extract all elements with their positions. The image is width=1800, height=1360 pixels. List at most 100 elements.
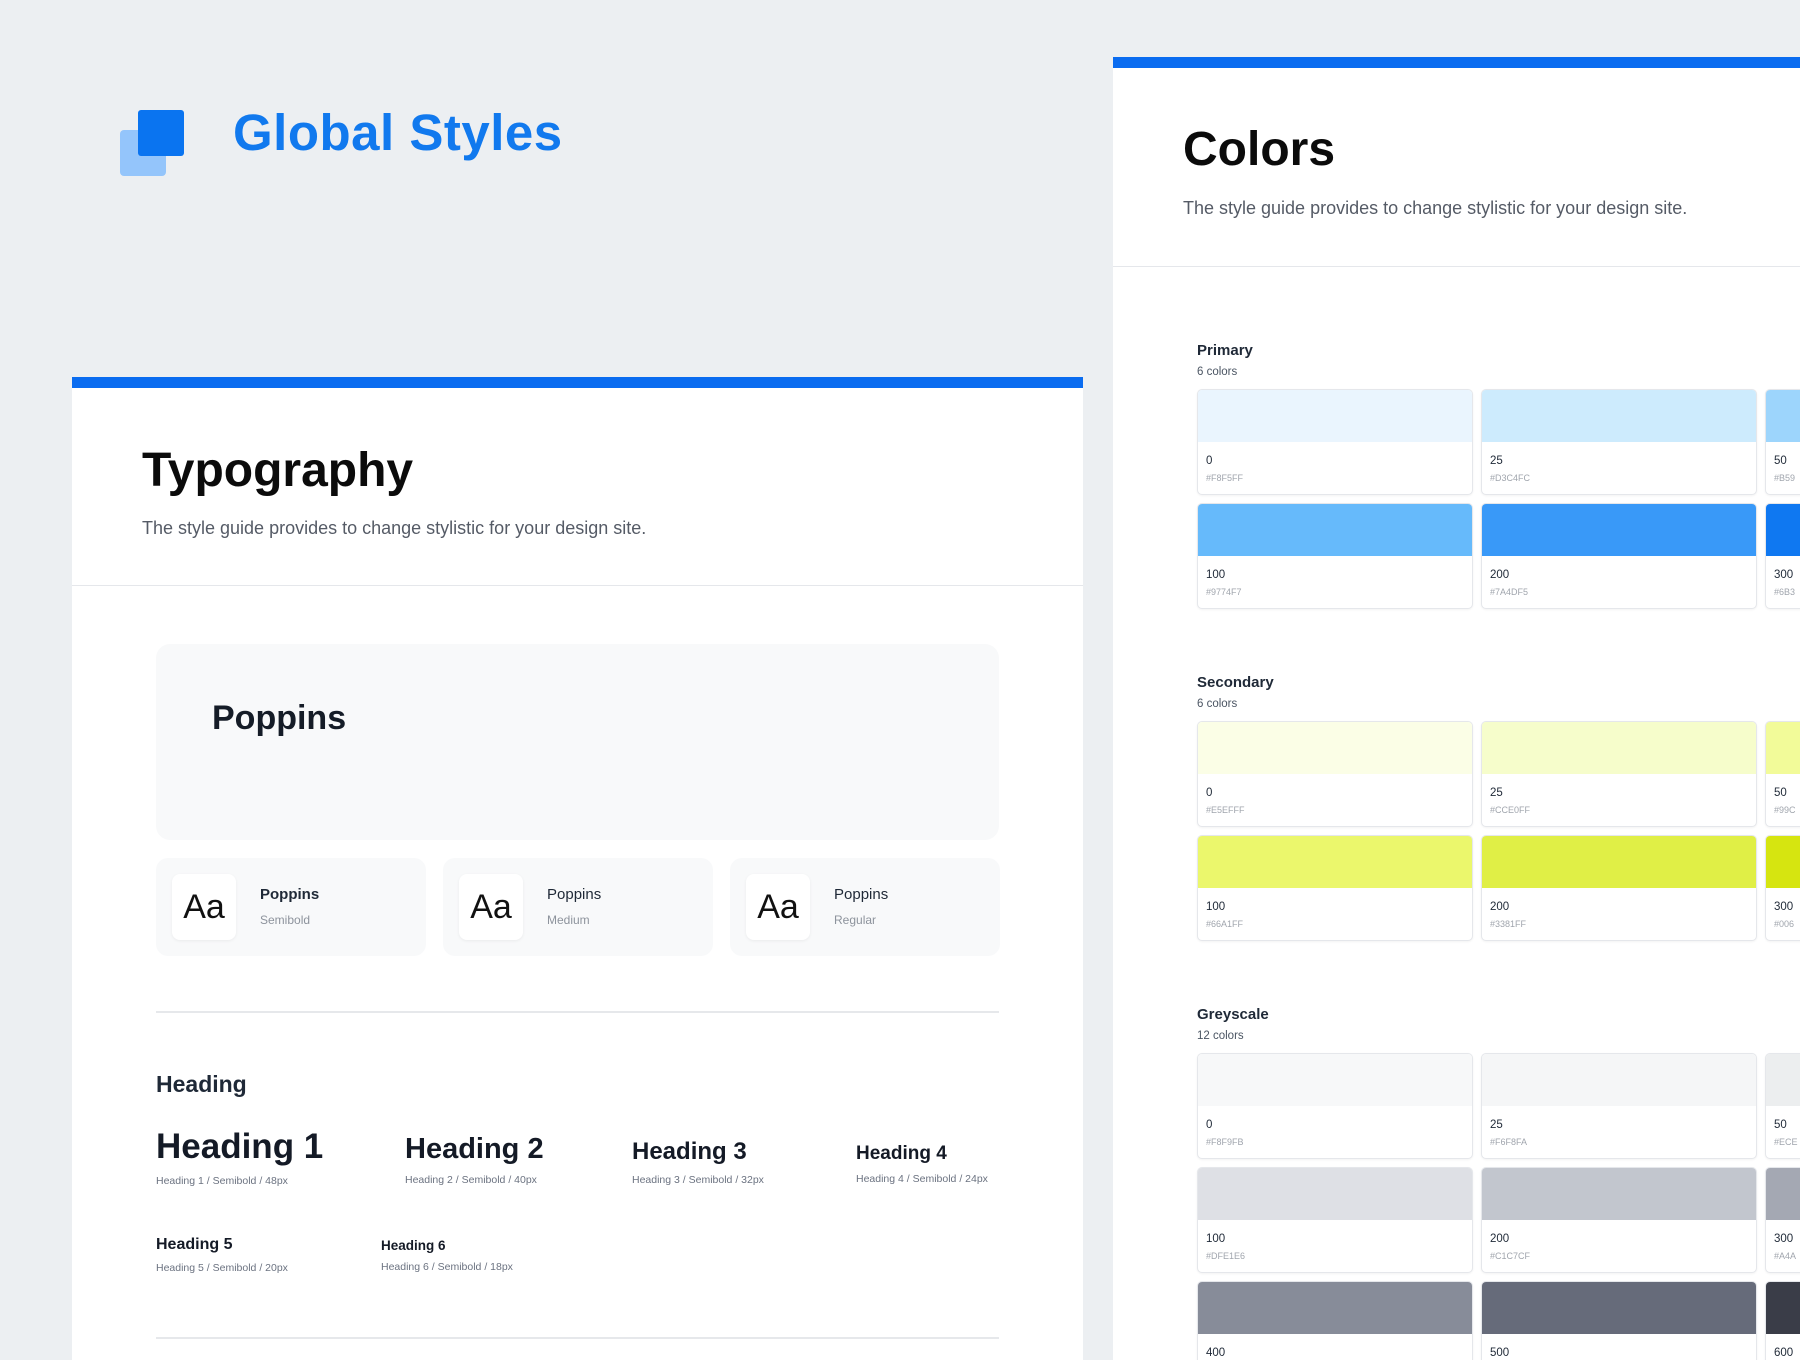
color-swatch[interactable]: 0 #F8F9FB <box>1197 1053 1473 1159</box>
color-swatch-name: 200 <box>1490 1233 1510 1245</box>
color-swatch-name: 25 <box>1490 1119 1503 1131</box>
color-swatch[interactable]: 50 #ECE <box>1765 1053 1800 1159</box>
color-swatch-name: 400 <box>1206 1347 1226 1359</box>
color-swatch-hex: #D3C4FC <box>1490 473 1531 483</box>
palette-count: 6 colors <box>1197 366 1238 378</box>
typography-title: Typography <box>142 444 414 497</box>
heading-sample-meta: Heading 3 / Semibold / 32px <box>632 1174 764 1186</box>
section-divider <box>156 1337 999 1339</box>
color-swatch[interactable]: 50 #B59 <box>1765 389 1800 495</box>
heading-sample-4: Heading 4 Heading 4 / Semibold / 24px <box>856 1143 988 1185</box>
color-swatch-name: 50 <box>1774 787 1787 799</box>
color-swatch-hex: #F8F5FF <box>1206 473 1244 483</box>
page-title: Global Styles <box>233 104 563 161</box>
heading-sample-5: Heading 5 Heading 5 / Semibold / 20px <box>156 1236 288 1274</box>
palette-count: 6 colors <box>1197 698 1238 710</box>
color-swatch-name: 100 <box>1206 1233 1226 1245</box>
palette-title: Primary <box>1197 342 1253 359</box>
color-swatch[interactable]: 200 #3381FF <box>1481 835 1757 941</box>
heading-sample-2: Heading 2 Heading 2 / Semibold / 40px <box>405 1133 544 1186</box>
color-swatch-hex: #B59 <box>1774 473 1796 483</box>
heading-sample-meta: Heading 1 / Semibold / 48px <box>156 1175 288 1187</box>
color-swatch[interactable]: 600 <box>1765 1281 1800 1360</box>
color-swatch-hex: #6B3 <box>1774 587 1796 597</box>
color-swatch-fill <box>1766 1282 1800 1334</box>
color-swatch-name: 200 <box>1490 569 1510 581</box>
color-swatch[interactable]: 100 #66A1FF <box>1197 835 1473 941</box>
color-swatch-name: 0 <box>1206 455 1213 467</box>
color-swatch[interactable]: 300 #006 <box>1765 835 1800 941</box>
colors-subtitle: The style guide provides to change styli… <box>1183 198 1688 218</box>
color-swatch[interactable]: 100 #9774F7 <box>1197 503 1473 609</box>
color-swatch[interactable]: 25 #CCE0FF <box>1481 721 1757 827</box>
color-swatch-fill <box>1198 722 1472 774</box>
font-weight-style: Semibold <box>260 913 311 927</box>
color-swatch-fill <box>1198 836 1472 888</box>
color-swatch-hex: #99C <box>1774 805 1796 815</box>
color-swatch[interactable]: 25 #F6F8FA <box>1481 1053 1757 1159</box>
color-swatch-name: 50 <box>1774 455 1787 467</box>
palette-title: Secondary <box>1197 674 1274 691</box>
card-accent-bar <box>1113 57 1800 68</box>
font-weight-family: Poppins <box>834 886 889 903</box>
color-swatch[interactable]: 25 #D3C4FC <box>1481 389 1757 495</box>
heading-sample-meta: Heading 5 / Semibold / 20px <box>156 1262 288 1274</box>
color-swatch-name: 300 <box>1774 569 1794 581</box>
color-swatch-fill <box>1198 504 1472 556</box>
heading-sample-label: Heading 2 <box>405 1133 544 1165</box>
logo-front-square <box>138 110 184 156</box>
heading-sample-label: Heading 1 <box>156 1127 324 1166</box>
heading-sample-meta: Heading 4 / Semibold / 24px <box>856 1173 988 1185</box>
color-swatch-fill <box>1766 1054 1800 1106</box>
color-swatch-name: 100 <box>1206 569 1226 581</box>
font-weight-family: Poppins <box>547 886 602 903</box>
colors-title: Colors <box>1183 123 1336 176</box>
font-weight-card: Aa Poppins Medium <box>443 858 713 956</box>
color-swatch-fill <box>1766 1168 1800 1220</box>
color-swatch[interactable]: 200 #7A4DF5 <box>1481 503 1757 609</box>
color-swatch-fill <box>1482 1282 1756 1334</box>
color-swatch[interactable]: 300 #A4A <box>1765 1167 1800 1273</box>
color-swatch-hex: #9774F7 <box>1206 587 1242 597</box>
font-sample: Aa <box>459 874 523 940</box>
color-swatch-fill <box>1198 1054 1472 1106</box>
color-swatch-fill <box>1198 390 1472 442</box>
color-swatch-hex: #E5EFFF <box>1206 805 1245 815</box>
heading-sample-label: Heading 4 <box>856 1143 947 1164</box>
heading-sample-label: Heading 6 <box>381 1238 446 1253</box>
color-swatch-fill <box>1482 1168 1756 1220</box>
color-swatch[interactable]: 200 #C1C7CF <box>1481 1167 1757 1273</box>
color-swatch[interactable]: 0 #F8F5FF <box>1197 389 1473 495</box>
color-swatch-fill <box>1766 390 1800 442</box>
color-swatch[interactable]: 50 #99C <box>1765 721 1800 827</box>
font-family-preview: Poppins <box>156 644 999 840</box>
color-swatch-name: 200 <box>1490 901 1510 913</box>
color-swatch-fill <box>1482 504 1756 556</box>
section-divider <box>156 1011 999 1013</box>
color-swatch[interactable]: 400 <box>1197 1281 1473 1360</box>
color-swatch-name: 0 <box>1206 1119 1213 1131</box>
color-swatch-name: 50 <box>1774 1119 1787 1131</box>
color-swatch[interactable]: 0 #E5EFFF <box>1197 721 1473 827</box>
color-swatch-hex: #A4A <box>1774 1251 1797 1261</box>
color-swatch[interactable]: 100 #DFE1E6 <box>1197 1167 1473 1273</box>
color-swatch-fill <box>1766 836 1800 888</box>
color-swatch-hex: #F8F9FB <box>1206 1137 1244 1147</box>
color-swatch-name: 25 <box>1490 455 1503 467</box>
colors-card: Colors The style guide provides to chang… <box>1113 57 1800 1360</box>
app-logo <box>120 110 186 176</box>
heading-sample-label: Heading 3 <box>632 1138 747 1165</box>
font-weight-card: Aa Poppins Semibold <box>156 858 426 956</box>
color-swatch-fill <box>1482 1054 1756 1106</box>
color-swatch[interactable]: 300 #6B3 <box>1765 503 1800 609</box>
color-swatch-name: 0 <box>1206 787 1213 799</box>
color-swatch[interactable]: 500 <box>1481 1281 1757 1360</box>
font-weight-style: Medium <box>547 913 590 927</box>
color-swatch-fill <box>1198 1282 1472 1334</box>
color-swatch-fill <box>1766 504 1800 556</box>
typography-card: Typography The style guide provides to c… <box>72 377 1083 1360</box>
card-accent-bar <box>72 377 1083 388</box>
heading-sample-3: Heading 3 Heading 3 / Semibold / 32px <box>632 1138 764 1186</box>
heading-sample-label: Heading 5 <box>156 1236 233 1253</box>
heading-sample-meta: Heading 2 / Semibold / 40px <box>405 1174 537 1186</box>
